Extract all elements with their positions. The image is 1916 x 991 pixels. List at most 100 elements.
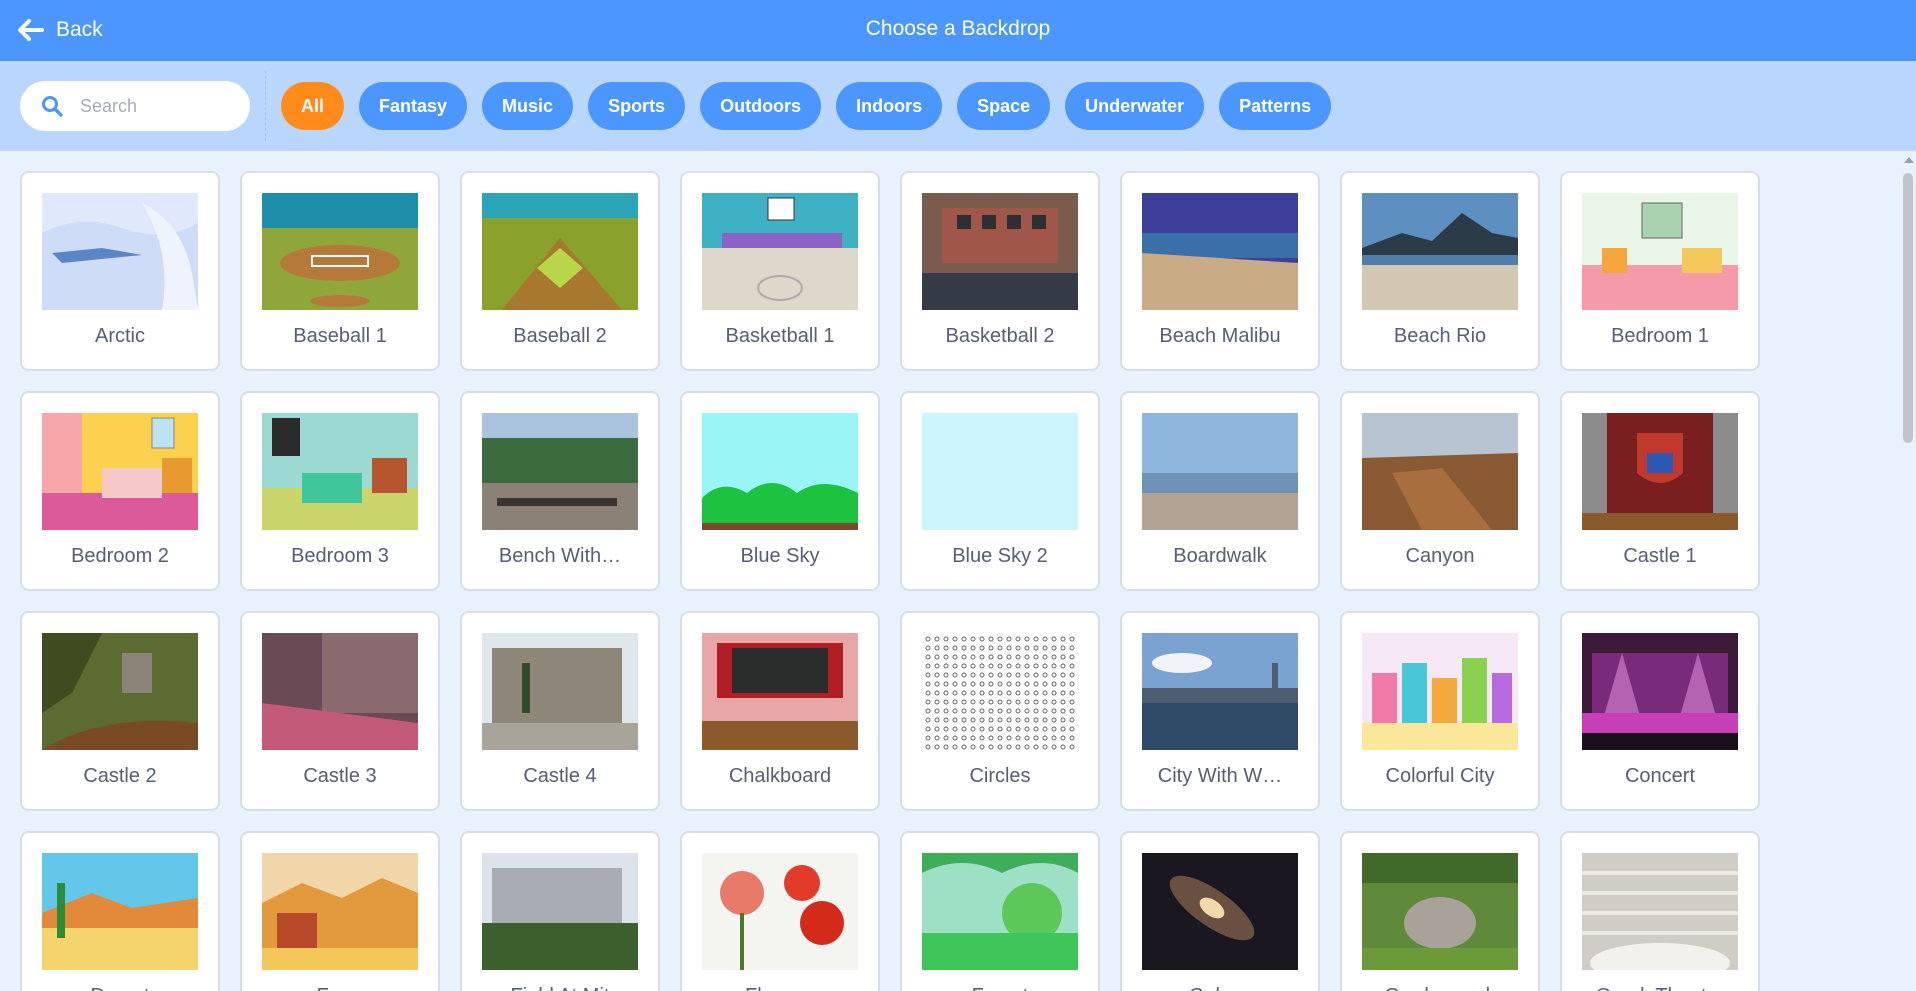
tag-indoors[interactable]: Indoors <box>836 82 943 130</box>
backdrop-item[interactable]: Concert <box>1560 611 1760 811</box>
backdrop-name: Castle 4 <box>523 765 597 787</box>
backdrop-item[interactable]: Farm <box>240 831 440 991</box>
backdrop-thumbnail <box>1362 853 1518 970</box>
backdrop-name: Chalkboard <box>728 765 832 787</box>
tag-all[interactable]: All <box>281 82 345 130</box>
backdrop-item[interactable]: Basketball 1 <box>680 171 880 371</box>
backdrop-item[interactable]: Beach Rio <box>1340 171 1540 371</box>
backdrop-thumbnail <box>1142 193 1298 310</box>
backdrop-item[interactable]: Desert <box>20 831 220 991</box>
backdrop-thumbnail <box>482 633 638 750</box>
backdrop-name: Castle 1 <box>1623 545 1697 567</box>
tag-patterns[interactable]: Patterns <box>1219 82 1332 130</box>
backdrop-thumbnail <box>1142 633 1298 750</box>
scrollbar[interactable] <box>1900 151 1916 991</box>
backdrop-item[interactable]: Boardwalk <box>1120 391 1320 591</box>
backdrop-item[interactable]: Bedroom 1 <box>1560 171 1760 371</box>
backdrop-thumbnail <box>42 633 198 750</box>
backdrop-item[interactable]: Field At Mit <box>460 831 660 991</box>
backdrop-thumbnail <box>1142 853 1298 970</box>
backdrop-item[interactable]: Basketball 2 <box>900 171 1100 371</box>
backdrop-name: Field At Mit <box>462 985 658 991</box>
backdrop-item[interactable]: Greek Theater <box>1560 831 1760 991</box>
filter-bar: All Fantasy Music Sports Outdoors Indoors Spac… <box>0 61 1916 151</box>
scroll-thumb[interactable] <box>1903 173 1913 443</box>
backdrop-name: Colorful City <box>1385 765 1495 787</box>
backdrop-name: Bedroom 3 <box>291 545 389 567</box>
backdrop-item[interactable]: Baseball 1 <box>240 171 440 371</box>
backdrop-item[interactable]: Canyon <box>1340 391 1540 591</box>
tag-sports[interactable]: Sports <box>588 82 686 130</box>
backdrop-thumbnail <box>922 853 1078 970</box>
scroll-up-arrow[interactable] <box>1904 157 1914 163</box>
backdrop-item[interactable]: Bedroom 3 <box>240 391 440 591</box>
backdrop-name: Beach Malibu <box>1159 325 1281 347</box>
backdrop-thumbnail <box>1362 633 1518 750</box>
backdrop-name: Bench With… <box>498 545 622 567</box>
backdrop-item[interactable]: Castle 4 <box>460 611 660 811</box>
backdrop-item[interactable]: Blue Sky 2 <box>900 391 1100 591</box>
backdrop-item[interactable]: Flowers <box>680 831 880 991</box>
backdrop-name: Castle 2 <box>83 765 157 787</box>
tag-list: All Fantasy Music Sports Outdoors Indoors Spac… <box>281 82 1332 130</box>
backdrop-name: Circles <box>969 765 1031 787</box>
backdrop-thumbnail <box>702 633 858 750</box>
backdrop-name: Farm <box>242 985 438 991</box>
backdrop-thumbnail <box>1582 633 1738 750</box>
backdrop-thumbnail <box>1582 193 1738 310</box>
backdrop-name: Basketball 1 <box>725 325 835 347</box>
backdrop-thumbnail <box>1362 413 1518 530</box>
backdrop-item[interactable]: Castle 3 <box>240 611 440 811</box>
backdrop-item[interactable]: Bedroom 2 <box>20 391 220 591</box>
backdrop-library: Arctic Baseball 1 Baseball 2 Basketball 1 Ba… <box>0 151 1900 991</box>
backdrop-item[interactable]: Bench With… <box>460 391 660 591</box>
tag-outdoors[interactable]: Outdoors <box>700 82 822 130</box>
search-input[interactable] <box>80 95 230 117</box>
backdrop-thumbnail <box>262 193 418 310</box>
backdrop-item[interactable]: Castle 1 <box>1560 391 1760 591</box>
backdrop-item[interactable]: Galaxy <box>1120 831 1320 991</box>
backdrop-item[interactable]: Colorful City <box>1340 611 1540 811</box>
backdrop-item[interactable]: Chalkboard <box>680 611 880 811</box>
backdrop-name: City With W… <box>1157 765 1283 787</box>
backdrop-thumbnail <box>702 853 858 970</box>
backdrop-name: Baseball 1 <box>293 325 387 347</box>
backdrop-item[interactable]: Castle 2 <box>20 611 220 811</box>
backdrop-item[interactable]: Beach Malibu <box>1120 171 1320 371</box>
tag-music[interactable]: Music <box>482 82 574 130</box>
backdrop-name: Garden-rock <box>1342 985 1538 991</box>
backdrop-item[interactable]: Arctic <box>20 171 220 371</box>
search-icon <box>42 96 63 117</box>
tag-fantasy[interactable]: Fantasy <box>359 82 468 130</box>
tag-underwater[interactable]: Underwater <box>1065 82 1205 130</box>
backdrop-thumbnail <box>1142 413 1298 530</box>
backdrop-item[interactable]: Baseball 2 <box>460 171 660 371</box>
backdrop-item[interactable]: Garden-rock <box>1340 831 1540 991</box>
backdrop-name: Castle 3 <box>303 765 377 787</box>
tag-space[interactable]: Space <box>957 82 1051 130</box>
backdrop-thumbnail <box>42 193 198 310</box>
backdrop-name: Desert <box>22 985 218 991</box>
backdrop-name: Blue Sky <box>740 545 820 567</box>
backdrop-thumbnail <box>1362 193 1518 310</box>
backdrop-name: Boardwalk <box>1173 545 1267 567</box>
filter-divider <box>265 71 266 141</box>
backdrop-name: Beach Rio <box>1393 325 1487 347</box>
backdrop-item[interactable]: Blue Sky <box>680 391 880 591</box>
backdrop-thumbnail <box>922 193 1078 310</box>
backdrop-thumbnail <box>922 413 1078 530</box>
modal-header: Back Choose a Backdrop <box>0 0 1916 61</box>
search-box[interactable] <box>20 81 250 131</box>
backdrop-name: Canyon <box>1405 545 1475 567</box>
backdrop-item[interactable]: Circles <box>900 611 1100 811</box>
backdrop-item[interactable]: Forest <box>900 831 1100 991</box>
backdrop-thumbnail <box>262 853 418 970</box>
backdrop-item[interactable]: City With W… <box>1120 611 1320 811</box>
backdrop-thumbnail <box>42 413 198 530</box>
backdrop-thumbnail <box>262 413 418 530</box>
backdrop-name: Flowers <box>682 985 878 991</box>
backdrop-thumbnail <box>702 413 858 530</box>
backdrop-name: Bedroom 2 <box>71 545 169 567</box>
backdrop-name: Basketball 2 <box>945 325 1055 347</box>
backdrop-name: Baseball 2 <box>513 325 607 347</box>
